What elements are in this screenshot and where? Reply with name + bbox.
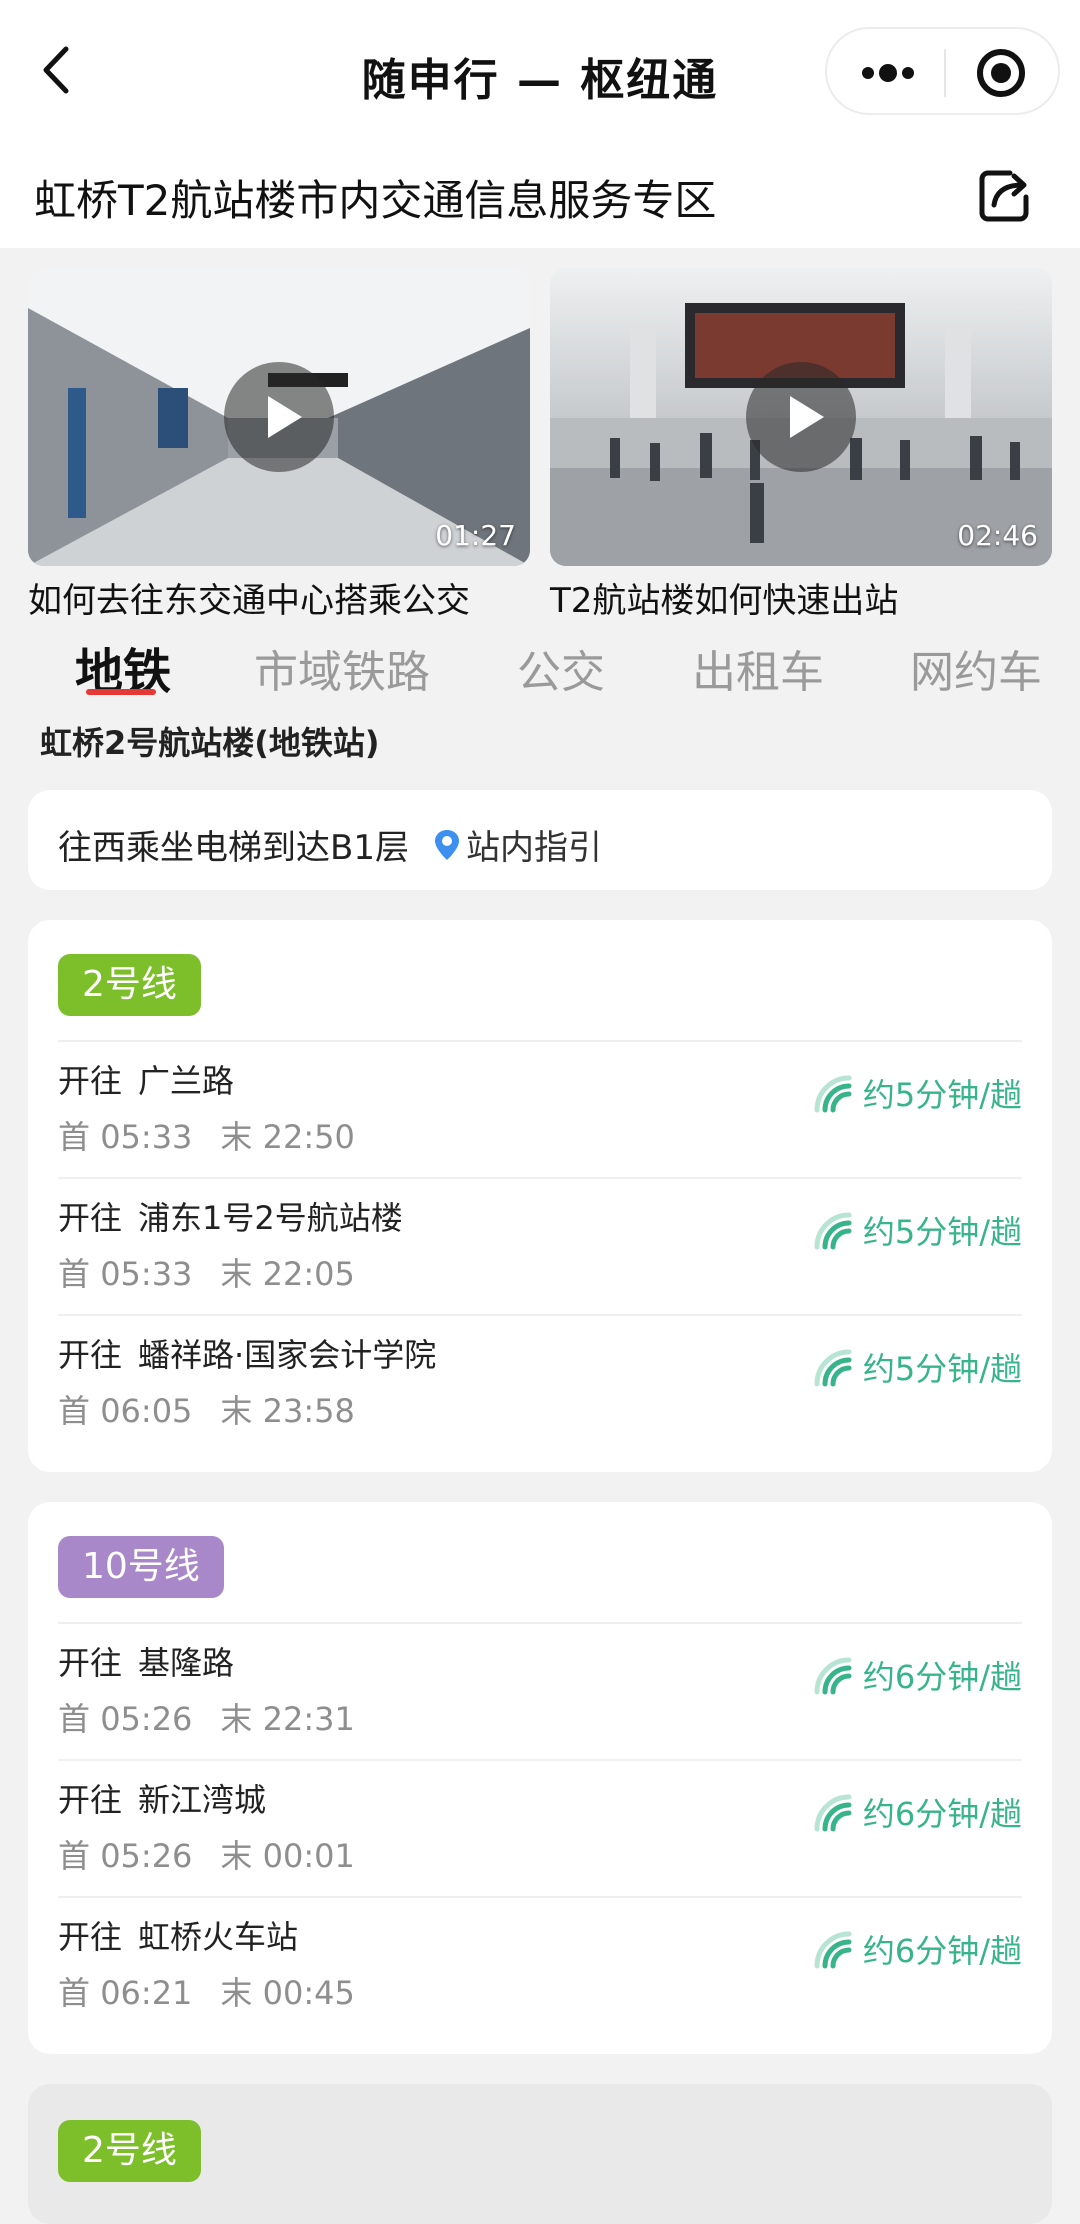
tab-regional-rail[interactable]: 市域铁路 bbox=[254, 636, 430, 700]
route-row[interactable]: 开往 新江湾城 首 05:26 末 00:01 约6分钟/趟 bbox=[28, 1761, 1052, 1898]
direction-label: 开往 bbox=[58, 1336, 123, 1374]
first-train-time: 05:33 bbox=[100, 1118, 193, 1156]
first-train-time: 05:26 bbox=[100, 1700, 193, 1738]
metro-line-card: 10号线 开往 基隆路 首 05:26 末 22:31 约6分钟/趟 开往 新江湾城 … bbox=[28, 1502, 1052, 2054]
top-navigation-bar: 随申行 — 枢纽通 bbox=[0, 0, 1080, 145]
first-train-time: 06:05 bbox=[100, 1392, 193, 1430]
video-thumbnail[interactable]: 01:27 bbox=[28, 268, 530, 566]
route-destination: 广兰路 bbox=[138, 1062, 235, 1100]
last-train-time: 22:05 bbox=[262, 1255, 355, 1293]
last-train-time: 00:01 bbox=[262, 1837, 355, 1875]
realtime-signal-icon bbox=[814, 1931, 852, 1969]
last-train-time: 22:31 bbox=[262, 1700, 355, 1738]
first-train-prefix: 首 bbox=[58, 1974, 91, 2012]
more-dots-icon bbox=[902, 67, 914, 79]
play-icon[interactable] bbox=[224, 362, 334, 472]
first-train-prefix: 首 bbox=[58, 1255, 91, 1293]
route-row[interactable]: 开往 广兰路 首 05:33 末 22:50 约5分钟/趟 bbox=[28, 1042, 1052, 1179]
route-destination: 浦东1号2号航站楼 bbox=[138, 1199, 403, 1237]
realtime-signal-icon bbox=[814, 1349, 852, 1387]
route-row[interactable]: 开往 虹桥火车站 首 06:21 末 00:45 约6分钟/趟 bbox=[28, 1898, 1052, 2035]
line-badge: 2号线 bbox=[58, 954, 201, 1016]
direction-label: 开往 bbox=[58, 1781, 123, 1819]
direction-label: 开往 bbox=[58, 1918, 123, 1956]
capsule-divider bbox=[944, 49, 946, 97]
route-destination: 新江湾城 bbox=[138, 1781, 267, 1819]
location-pin-icon bbox=[435, 829, 459, 860]
frequency-text: 约5分钟/趟 bbox=[862, 1213, 1022, 1251]
route-destination: 蟠祥路·国家会计学院 bbox=[138, 1336, 437, 1374]
last-train-time: 23:58 bbox=[262, 1392, 355, 1430]
video-duration: 02:46 bbox=[957, 519, 1038, 552]
frequency-text: 约6分钟/趟 bbox=[862, 1795, 1022, 1833]
station-name: 虹桥2号航站楼(地铁站) bbox=[40, 724, 380, 762]
last-train-prefix: 末 bbox=[220, 1392, 253, 1430]
station-guide-label: 站内指引 bbox=[466, 828, 602, 868]
route-destination: 基隆路 bbox=[138, 1644, 235, 1682]
first-train-prefix: 首 bbox=[58, 1118, 91, 1156]
share-button[interactable] bbox=[976, 165, 1034, 225]
direction-label: 开往 bbox=[58, 1062, 123, 1100]
more-dots-icon bbox=[862, 67, 874, 79]
route-destination: 虹桥火车站 bbox=[138, 1918, 299, 1956]
frequency-text: 约5分钟/趟 bbox=[862, 1076, 1022, 1114]
video-duration: 01:27 bbox=[435, 519, 516, 552]
close-target-icon[interactable] bbox=[977, 49, 1025, 97]
video-thumbnail[interactable]: 02:46 bbox=[550, 268, 1052, 566]
route-row[interactable]: 开往 基隆路 首 05:26 末 22:31 约6分钟/趟 bbox=[28, 1624, 1052, 1761]
first-train-prefix: 首 bbox=[58, 1392, 91, 1430]
video-caption[interactable]: T2航站楼如何快速出站 bbox=[550, 573, 898, 622]
more-dots-icon bbox=[879, 64, 897, 82]
first-train-time: 06:21 bbox=[100, 1974, 193, 2012]
last-train-prefix: 末 bbox=[220, 1700, 253, 1738]
station-guide-link[interactable]: 站内指引 bbox=[432, 820, 602, 869]
frequency-text: 约6分钟/趟 bbox=[862, 1932, 1022, 1970]
realtime-signal-icon bbox=[814, 1212, 852, 1250]
frequency-text: 约6分钟/趟 bbox=[862, 1658, 1022, 1696]
line-badge: 2号线 bbox=[58, 2120, 201, 2182]
video-caption[interactable]: 如何去往东交通中心搭乘公交 bbox=[28, 573, 470, 622]
more-button[interactable] bbox=[855, 51, 921, 95]
metro-line-card: 2号线 开往 广兰路 首 05:33 末 22:50 约5分钟/趟 开往 浦东1号2号… bbox=[28, 920, 1052, 1472]
last-train-time: 22:50 bbox=[262, 1118, 355, 1156]
realtime-signal-icon bbox=[814, 1794, 852, 1832]
first-train-prefix: 首 bbox=[58, 1700, 91, 1738]
guide-text: 往西乘坐电梯到达B1层 bbox=[58, 828, 409, 868]
active-tab-indicator bbox=[86, 689, 156, 695]
capsule-menu bbox=[825, 27, 1060, 115]
last-train-prefix: 末 bbox=[220, 1255, 253, 1293]
last-train-prefix: 末 bbox=[220, 1974, 253, 2012]
tab-taxi[interactable]: 出租车 bbox=[692, 636, 824, 700]
last-train-time: 00:45 bbox=[262, 1974, 355, 2012]
tab-ride-hailing[interactable]: 网约车 bbox=[910, 636, 1042, 700]
page-title: 虹桥T2航站楼市内交通信息服务专区 bbox=[34, 176, 717, 225]
tab-bus[interactable]: 公交 bbox=[517, 636, 605, 700]
direction-label: 开往 bbox=[58, 1644, 123, 1682]
first-train-prefix: 首 bbox=[58, 1837, 91, 1875]
first-train-time: 05:26 bbox=[100, 1837, 193, 1875]
direction-label: 开往 bbox=[58, 1199, 123, 1237]
last-train-prefix: 末 bbox=[220, 1118, 253, 1156]
play-icon[interactable] bbox=[746, 362, 856, 472]
station-guide-card: 往西乘坐电梯到达B1层 站内指引 bbox=[28, 790, 1052, 890]
transport-tabs: 地铁 市域铁路 公交 出租车 网约车 bbox=[0, 630, 1080, 710]
realtime-signal-icon bbox=[814, 1075, 852, 1113]
share-icon bbox=[979, 170, 1029, 222]
metro-line-card: 2号线 bbox=[28, 2084, 1052, 2224]
page-header: 虹桥T2航站楼市内交通信息服务专区 bbox=[0, 145, 1080, 248]
realtime-signal-icon bbox=[814, 1657, 852, 1695]
line-badge: 10号线 bbox=[58, 1536, 224, 1598]
route-row[interactable]: 开往 浦东1号2号航站楼 首 05:33 末 22:05 约5分钟/趟 bbox=[28, 1179, 1052, 1316]
frequency-text: 约5分钟/趟 bbox=[862, 1350, 1022, 1388]
last-train-prefix: 末 bbox=[220, 1837, 253, 1875]
first-train-time: 05:33 bbox=[100, 1255, 193, 1293]
route-row[interactable]: 开往 蟠祥路·国家会计学院 首 06:05 末 23:58 约5分钟/趟 bbox=[28, 1316, 1052, 1453]
